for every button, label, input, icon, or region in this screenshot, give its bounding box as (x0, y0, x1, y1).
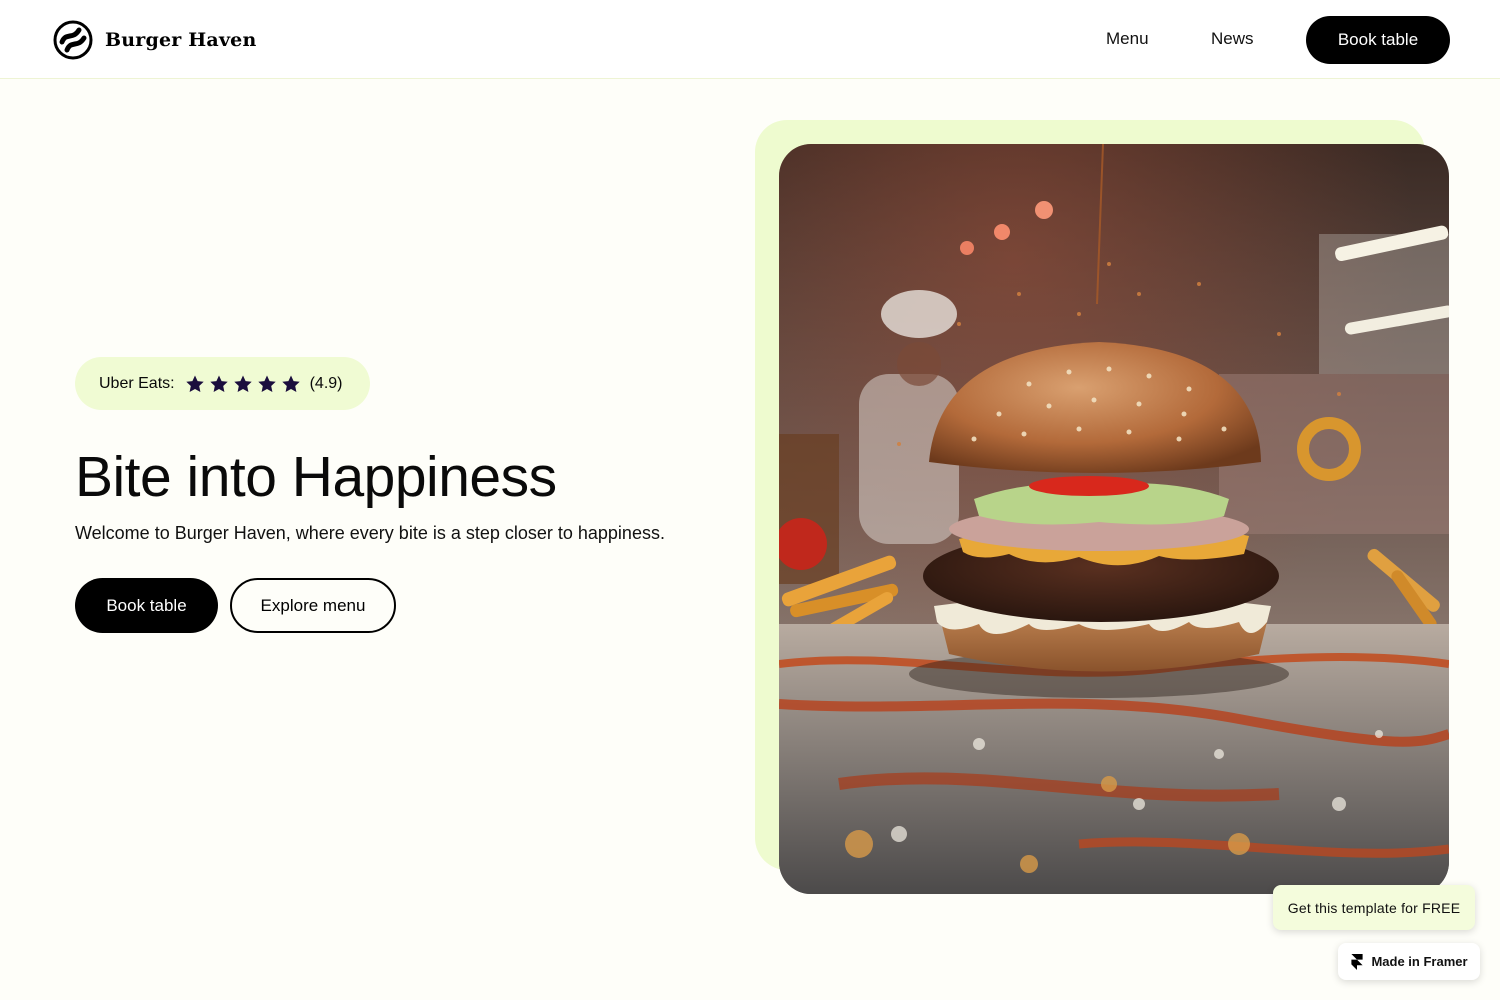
brand-name: Burger Haven (105, 29, 257, 51)
hero-burger-image (779, 144, 1449, 894)
rating-stars (185, 374, 301, 394)
rating-badge: Uber Eats: (4.9) (75, 357, 370, 410)
star-icon (281, 375, 300, 392)
star-icon (233, 375, 252, 392)
framer-label: Made in Framer (1371, 954, 1468, 969)
header-book-table-button[interactable]: Book table (1306, 16, 1450, 64)
explore-menu-button[interactable]: Explore menu (230, 578, 396, 633)
book-table-button[interactable]: Book table (75, 578, 218, 633)
star-icon (185, 375, 204, 392)
get-template-button[interactable]: Get this template for FREE (1273, 885, 1475, 930)
made-in-framer-badge[interactable]: Made in Framer (1338, 943, 1480, 980)
framer-icon (1351, 953, 1364, 970)
logo-icon (53, 20, 93, 60)
star-icon (257, 375, 276, 392)
hero-subtitle: Welcome to Burger Haven, where every bit… (75, 523, 665, 543)
rating-score: (4.9) (309, 374, 343, 392)
brand-logo[interactable]: Burger Haven (53, 20, 257, 60)
site-header: Burger Haven Menu News Book table (0, 0, 1500, 79)
nav-news-link[interactable]: News (1211, 29, 1254, 49)
hero-title: Bite into Happiness (75, 445, 557, 509)
star-icon (209, 375, 228, 392)
rating-source: Uber Eats: (99, 374, 175, 392)
nav-menu-link[interactable]: Menu (1106, 29, 1149, 49)
